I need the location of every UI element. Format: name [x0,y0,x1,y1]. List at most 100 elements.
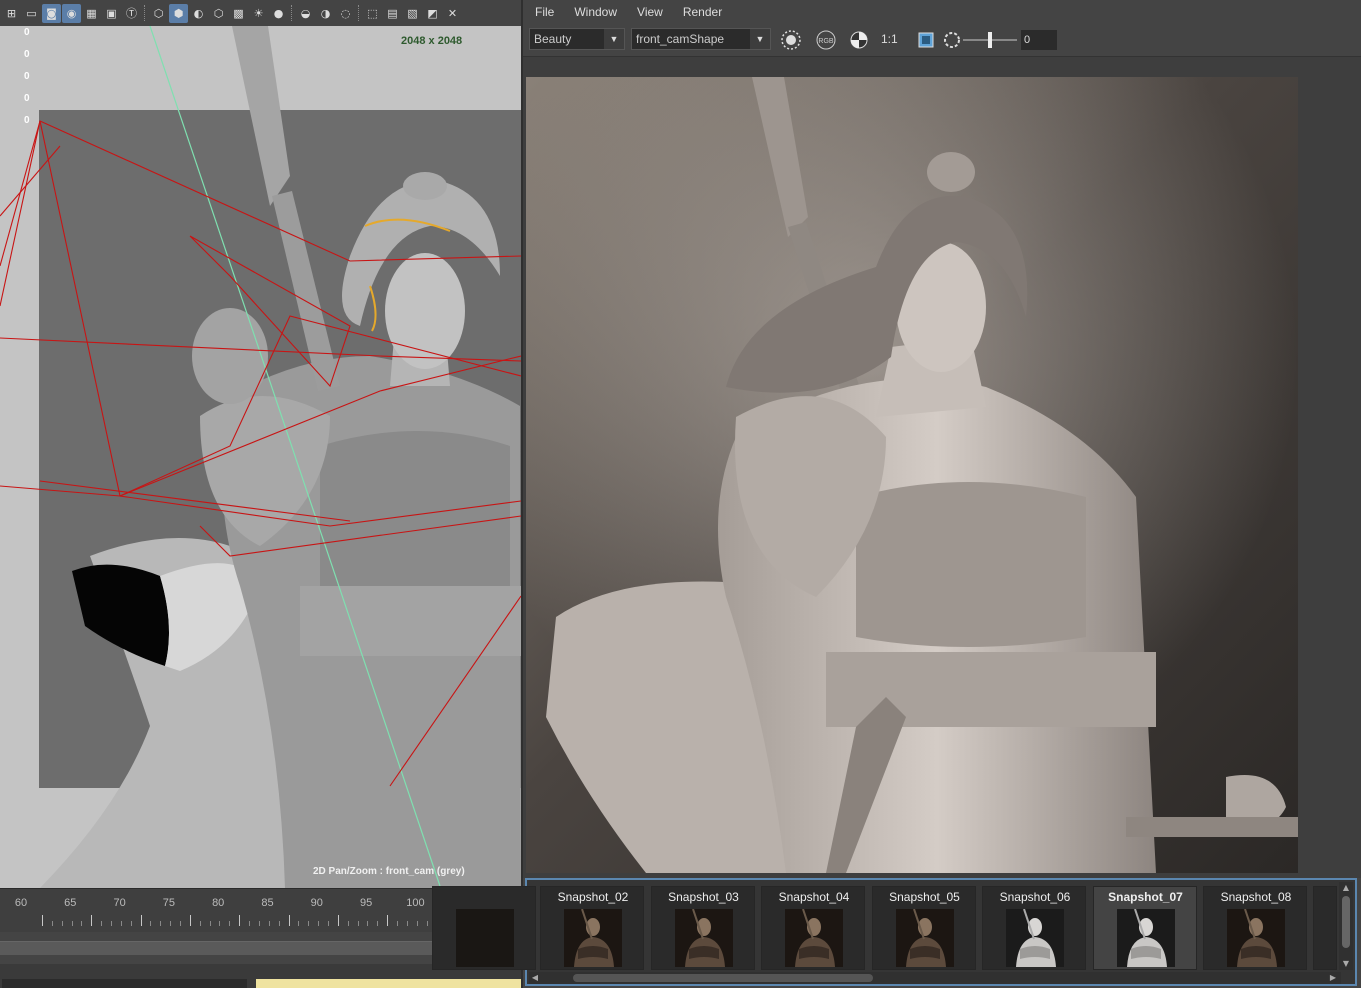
snapshot-item[interactable]: Snapshot_08 [1203,886,1307,970]
hud-value: 0 [24,27,30,38]
snapshot-item-partial[interactable] [432,886,536,970]
time-tick [337,915,339,926]
textured-icon[interactable]: ▩ [229,4,248,23]
hud-values: 0 0 0 0 0 [24,26,38,136]
motion-blur-icon[interactable]: ◑ [316,4,335,23]
aov-dropdown-value: Beauty [534,32,572,46]
time-tick-minor [219,921,221,926]
snapshot-label: Snapshot_08 [1220,890,1292,904]
snapshot-thumbnail [674,909,733,967]
aov-dropdown[interactable]: Beauty ▼ [529,28,625,50]
smooth-shade-icon[interactable]: ⬢ [169,3,188,23]
snapshot-label: Snapshot_05 [889,890,960,904]
scrollbar-thumb[interactable] [573,974,873,982]
time-tick-minor [111,921,113,926]
snapshot-thumbnail [785,909,843,967]
shadows-icon[interactable]: ● [269,4,288,23]
use-all-lights-icon[interactable]: ☀ [249,4,268,23]
bounding-box-icon[interactable]: ⬡ [209,4,228,23]
time-tick-minor [308,921,310,926]
3d-viewport[interactable]: 2048 x 2048 0 0 0 0 0 2D Pan/Zoom : fron… [0,26,521,888]
scroll-down-icon[interactable]: ▼ [1340,958,1352,970]
wireframe-icon[interactable]: ⬡ [149,4,168,23]
snapshot-item[interactable]: Snapshot_02 [540,886,644,970]
scroll-up-icon[interactable]: ▲ [1340,882,1352,894]
time-tick-minor [150,921,152,926]
hud-value: 0 [24,93,30,104]
safe-action-icon[interactable]: ▣ [102,4,121,23]
xray-joints-icon[interactable]: ▧ [403,4,422,23]
time-tick-label: 75 [162,897,176,909]
snapshot-item[interactable]: Snapshot_03 [650,886,755,970]
xray-active-icon[interactable]: ✕ [443,4,462,23]
time-tick-minor [406,921,408,926]
menu-view[interactable]: View [637,5,663,19]
start-ipr-icon[interactable] [780,29,802,51]
time-tick-minor [81,921,83,926]
time-tick-label: 85 [261,897,274,909]
crop-region-icon[interactable] [915,29,937,51]
time-tick-minor [101,921,103,926]
snapshot-item[interactable]: Snapshot_05 [871,886,976,970]
menu-render[interactable]: Render [683,5,722,19]
viewport-scene [0,26,521,888]
exposure-icon [941,29,963,51]
rgb-badge-text: RGB [818,38,834,45]
snapshot-vertical-scrollbar[interactable]: ▲ ▼ [1339,882,1353,970]
time-tick [91,915,93,926]
resolution-label: 2048 x 2048 [401,35,463,47]
safe-title-icon[interactable]: Ⓣ [122,4,141,23]
scroll-right-icon[interactable]: ▶ [1327,972,1339,984]
field-chart-icon[interactable]: ▦ [82,4,101,23]
snapshot-label: Snapshot_02 [557,890,629,904]
arnold-render-view: File Window View Render Beauty ▼ front_c… [432,0,1361,988]
time-tick [387,915,389,926]
menu-file[interactable]: File [535,5,554,19]
rgb-channel-icon[interactable]: RGB [815,29,837,51]
help-line [256,979,521,988]
snapshot-item[interactable]: Snapshot_06 [982,886,1086,970]
time-tick-label: 60 [14,897,28,909]
chevron-down-icon: ▼ [604,29,624,49]
time-tick-minor [278,921,280,926]
zoom-ratio-button[interactable]: 1:1 [881,32,898,46]
render-canvas[interactable] [523,56,1361,878]
time-tick-minor [160,921,162,926]
resolution-gate-icon[interactable]: ◙ [42,3,61,23]
scroll-left-icon[interactable]: ◀ [529,972,541,984]
film-gate-icon[interactable]: ▭ [22,4,41,23]
screen-space-ao-icon[interactable]: ◒ [296,4,315,23]
snapshot-horizontal-scrollbar[interactable]: ◀ ▶ [529,972,1341,984]
snapshot-item[interactable]: Snapshot_07 [1092,886,1197,970]
render-view-toolbar: Beauty ▼ front_camShape ▼ RGB 1:1 0 [523,24,1361,56]
grid-icon[interactable]: ⊞ [2,4,21,23]
exposure-slider[interactable] [963,30,1017,50]
command-input[interactable] [2,979,247,988]
rendered-image [526,77,1298,873]
snapshot-thumbnail [1116,909,1175,967]
snapshot-label: Snapshot_07 [1108,890,1183,904]
backface-culling-icon[interactable]: ◩ [423,4,442,23]
scrollbar-thumb[interactable] [1342,896,1350,948]
chevron-down-icon: ▼ [750,29,770,49]
exposure-value-field[interactable]: 0 [1021,30,1057,50]
time-tick-minor [268,921,270,926]
gate-mask-icon[interactable]: ◉ [62,3,81,23]
color-correction-icon[interactable] [848,29,870,51]
camera-dropdown[interactable]: front_camShape ▼ [631,28,771,50]
time-tick-label: 80 [212,897,225,909]
default-material-icon[interactable]: ◐ [189,4,208,23]
toolbar-divider [291,5,293,21]
time-tick-minor [367,921,369,926]
xray-icon[interactable]: ▤ [383,4,402,23]
time-tick-minor [347,921,349,926]
snapshot-item[interactable]: Snapshot_04 [761,886,865,970]
time-tick-label: 90 [310,897,323,909]
anti-aliasing-icon[interactable]: ◌ [336,4,355,23]
spear-shaft [272,191,340,391]
snapshot-item-partial[interactable] [1313,886,1337,970]
character-sleeve-dark [72,564,169,666]
viewport-panel: ⊞ ▭ ◙ ◉ ▦ ▣ Ⓣ ⬡ ⬢ ◐ ⬡ ▩ ☀ ● ◒ ◑ ◌ ⬚ ▤ ▧ … [0,0,521,988]
menu-window[interactable]: Window [574,5,617,19]
isolate-select-icon[interactable]: ⬚ [363,4,382,23]
